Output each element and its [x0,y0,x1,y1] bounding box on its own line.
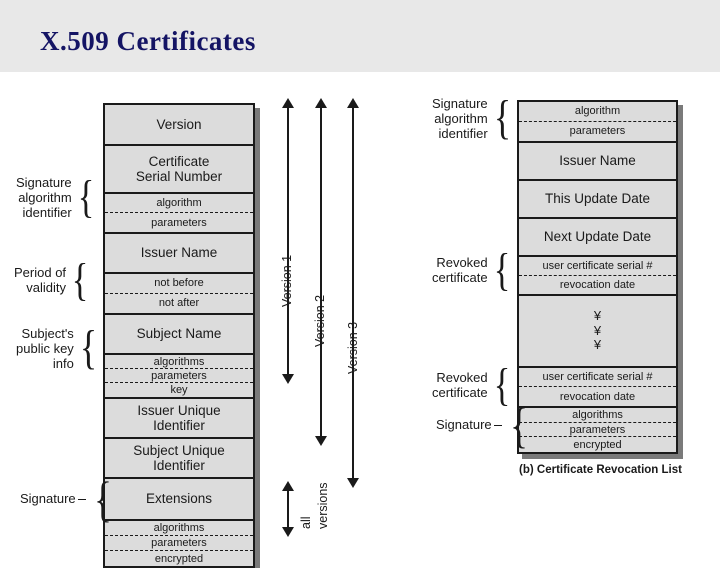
cert-subfield-not-before: not before [105,274,253,294]
brace-icon: { [493,244,510,295]
crl-subfield-parameters: parameters [519,423,676,438]
label-signature-algorithm-identifier: Signature algorithm identifier { [16,170,94,222]
cert-subfield-parameters: parameters [151,216,207,229]
page-title: X.509 Certificates [40,26,256,56]
version-2-arrow [315,98,327,446]
version-1-arrow [282,98,294,384]
brace-icon: { [509,397,528,453]
crl-subfield-revocation-date: revocation date [559,278,636,291]
cert-subfield-algorithm: algorithm [105,194,253,214]
brace-icon: { [79,320,97,374]
leader-line [77,498,86,500]
cert-field-validity: not before not after [105,274,253,315]
cert-field-serial-number: Certificate Serial Number [105,146,253,194]
crl-field-revoked-certificate-2: user certificate serial # revocation dat… [519,368,676,408]
all-versions-label-line1: all [299,516,313,529]
crl-field-issuer-name: Issuer Name [519,143,676,181]
cert-field-signature: algorithms parameters encrypted [105,521,253,566]
version-1-label: Version 1 [280,254,294,307]
label-crl-signature: Signature { [436,397,528,453]
brace-icon: { [493,90,511,144]
label-crl-revoked-certificate-2: Revoked certificate { [432,359,510,410]
cert-subfield-algorithms: algorithms [105,521,253,536]
brace-icon: { [77,170,94,222]
version-2-label: Version 2 [313,294,327,347]
crl-structure-diagram: algorithm parameters Issuer Name This Up… [517,100,678,454]
label-subjects-public-key-info: Subject's public key info { [16,320,97,374]
cert-field-subject-unique-identifier: Subject Unique Identifier [105,439,253,479]
label-crl-signature-algorithm-identifier: Signature algorithm identifier { [432,90,511,144]
crl-subfield-algorithms: algorithms [519,408,676,423]
all-versions-label-line2: versions [316,482,330,529]
crl-field-signature: algorithms parameters encrypted [519,408,676,452]
cert-subfield-key: key [170,384,188,397]
cert-field-subject-name: Subject Name [105,315,253,355]
all-versions-arrow [282,481,294,537]
version-3-arrow [347,98,359,488]
brace-icon: { [71,254,89,305]
slide-header-band: X.509 Certificates [0,0,720,72]
leader-line [493,424,502,426]
crl-field-signature-algorithm: algorithm parameters [519,102,676,143]
brace-icon: { [93,471,112,527]
cert-field-subject-public-key-info: algorithms parameters key [105,355,253,399]
crl-subfield-revocation-date: revocation date [559,390,636,403]
crl-subfield-parameters: parameters [569,125,626,138]
brace-icon: { [493,359,510,410]
cert-field-issuer-unique-identifier: Issuer Unique Identifier [105,399,253,439]
cert-subfield-parameters: parameters [105,536,253,551]
crl-field-this-update-date: This Update Date [519,181,676,219]
label-period-of-validity: Period of validity { [14,254,89,305]
cert-subfield-encrypted: encrypted [154,552,204,565]
cert-field-extensions: Extensions [105,479,253,521]
cert-subfield-algorithms: algorithms [105,355,253,370]
crl-field-revoked-certificate-1: user certificate serial # revocation dat… [519,257,676,296]
label-signature: Signature { [20,471,112,527]
crl-subfield-encrypted: encrypted [573,438,622,451]
cert-field-signature-algorithm: algorithm parameters [105,194,253,234]
crl-field-ellipsis: ¥ ¥ ¥ [519,296,676,368]
cert-field-issuer-name: Issuer Name [105,234,253,274]
version-3-label: Version 3 [346,321,360,374]
cert-subfield-parameters: parameters [105,369,253,384]
crl-subfield-algorithm: algorithm [519,102,676,122]
crl-field-next-update-date: Next Update Date [519,219,676,257]
crl-subfield-user-certificate-serial: user certificate serial # [519,257,676,276]
x509-diagram: Version Certificate Serial Number algori… [0,72,720,568]
label-crl-revoked-certificate-1: Revoked certificate { [432,244,510,295]
cert-field-version: Version [105,105,253,146]
crl-caption: (b) Certificate Revocation List [519,464,682,476]
crl-subfield-user-certificate-serial: user certificate serial # [519,368,676,388]
cert-subfield-not-after: not after [158,297,200,310]
certificate-structure-diagram: Version Certificate Serial Number algori… [103,103,255,568]
